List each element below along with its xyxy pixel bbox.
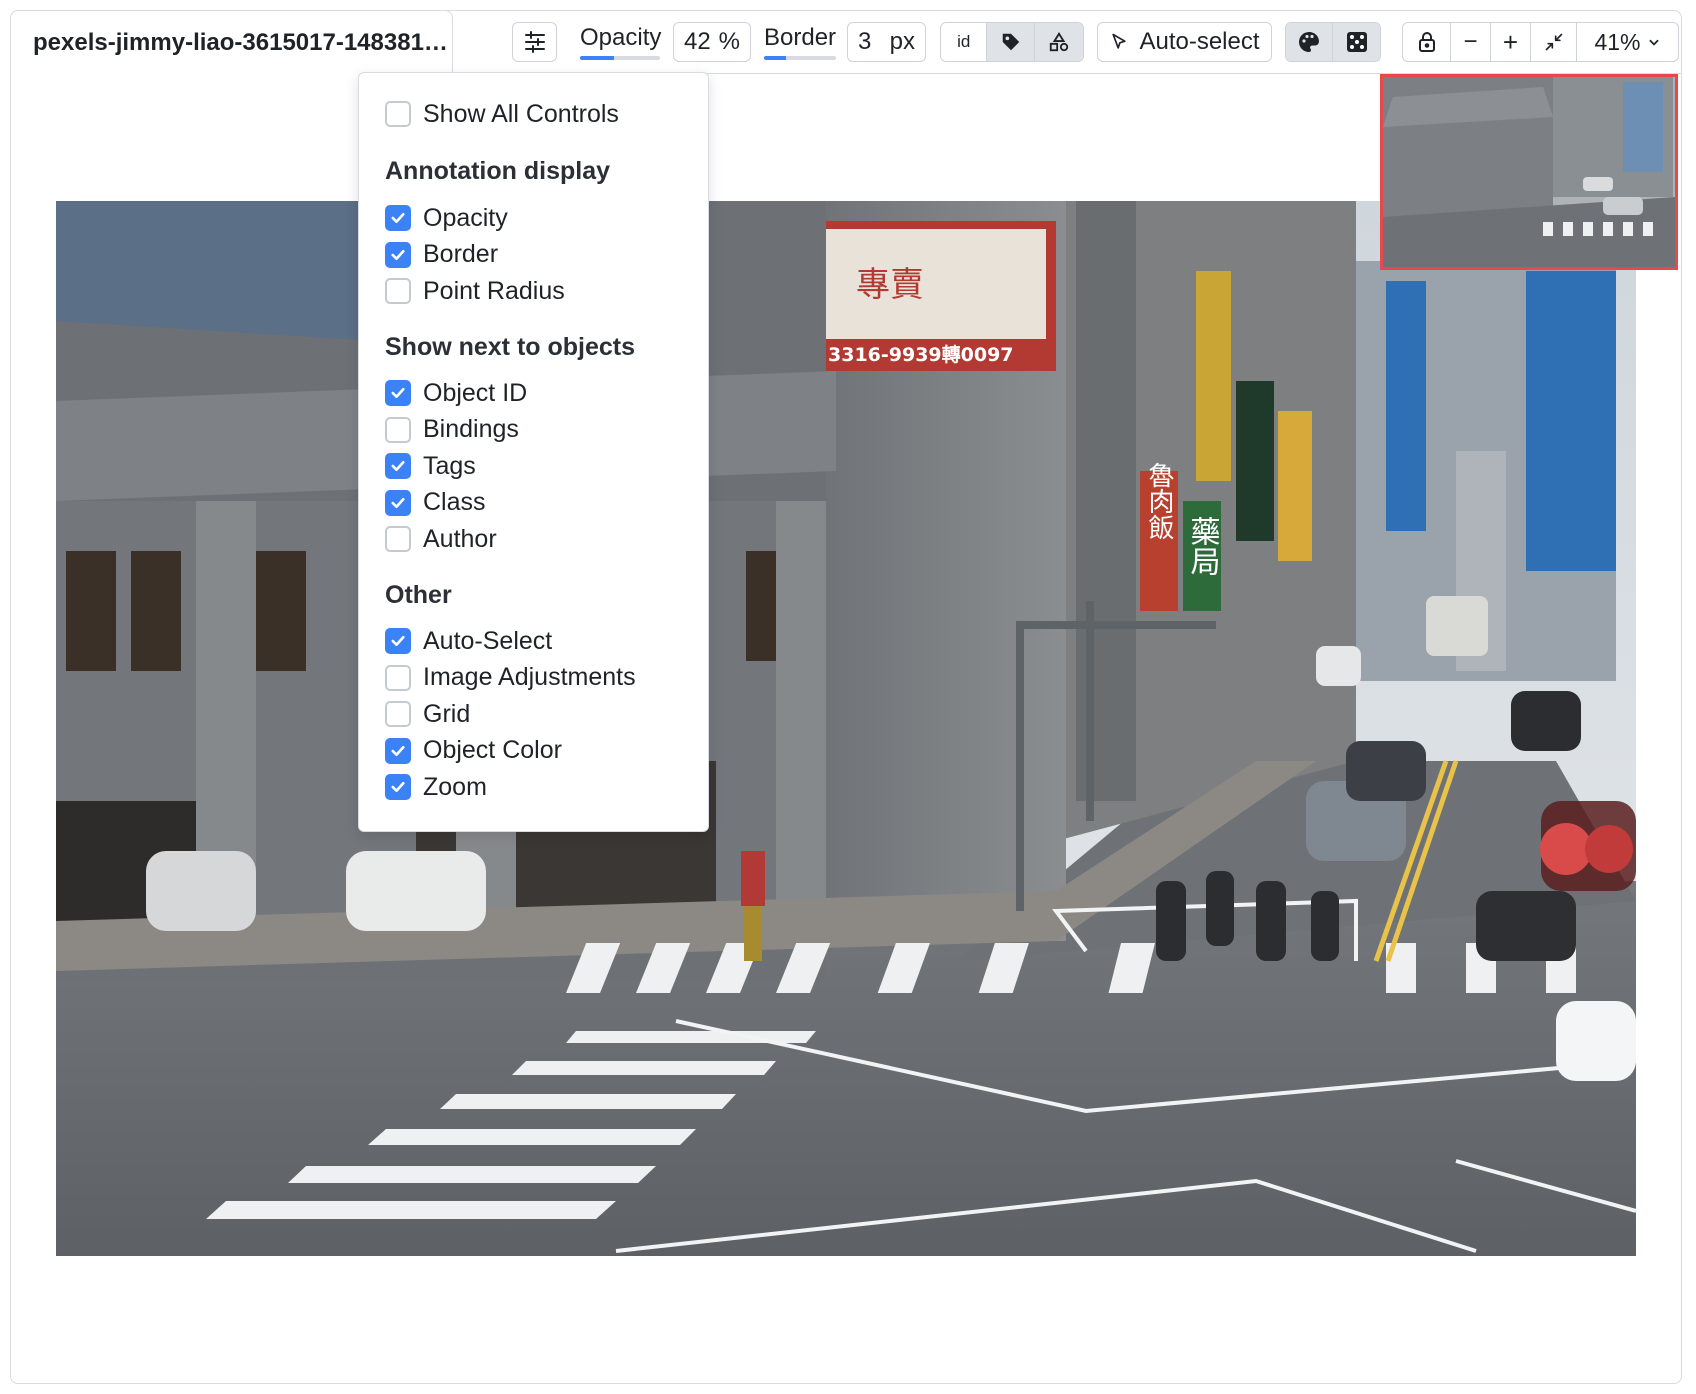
image-tab[interactable]: pexels-jimmy-liao-3615017-148381… [10, 10, 453, 74]
object-id-option[interactable]: Object ID [385, 378, 527, 408]
point-radius-label: Point Radius [423, 276, 565, 305]
class-toggle[interactable] [1034, 23, 1083, 61]
label-toggle-group: id [940, 22, 1084, 62]
class-checkbox[interactable] [385, 489, 411, 516]
image-tab-title: pexels-jimmy-liao-3615017-148381… [33, 28, 448, 56]
opacity-label: Opacity [423, 203, 508, 232]
sliders-icon [524, 31, 545, 53]
point-radius-checkbox[interactable] [385, 278, 411, 304]
zoom-option[interactable]: Zoom [385, 772, 487, 802]
tags-label: Tags [423, 451, 476, 480]
class-option[interactable]: Class [385, 488, 486, 518]
point-radius-option[interactable]: Point Radius [385, 276, 565, 306]
annotation-display-heading: Annotation display [385, 157, 610, 185]
zoom-level-value: 41% [1594, 28, 1641, 55]
minimap-preview [1383, 77, 1675, 267]
other-heading: Other [385, 581, 452, 609]
opacity-input[interactable]: 42 % [673, 22, 751, 62]
auto-select-button[interactable]: Auto-select [1097, 22, 1272, 62]
tags-toggle[interactable] [987, 23, 1035, 61]
author-option[interactable]: Author [385, 524, 497, 554]
auto-select-label: Auto-Select [423, 626, 553, 655]
auto-select-option[interactable]: Auto-Select [385, 626, 552, 656]
object-id-toggle[interactable]: id [941, 23, 988, 61]
display-settings-menu: Show All Controls Annotation display Opa… [358, 72, 709, 832]
border-option[interactable]: Border [385, 240, 498, 270]
border-input[interactable]: 3 px [847, 22, 926, 62]
grid-mode-toggle[interactable] [1333, 23, 1380, 61]
pharmacy-sign: 藥局 [1185, 516, 1221, 576]
object-color-toggle[interactable] [1286, 23, 1334, 61]
border-label: Border [764, 24, 837, 51]
color-toggle-group [1285, 22, 1381, 62]
annotation-image[interactable]: 藥局 魯肉飯 專賣 3316-9939轉0097 [56, 201, 1636, 1256]
object-color-option[interactable]: Object Color [385, 736, 562, 766]
opacity-slider[interactable] [580, 56, 660, 60]
object-color-checkbox[interactable] [385, 737, 411, 764]
checkmark-icon [391, 781, 405, 793]
street-scene-image: 藥局 魯肉飯 專賣 3316-9939轉0097 [56, 201, 1636, 1256]
auto-select-checkbox[interactable] [385, 628, 411, 654]
object-id-checkbox[interactable] [385, 380, 411, 406]
checkmark-icon [391, 497, 405, 508]
opacity-checkbox[interactable] [385, 205, 411, 231]
opacity-option[interactable]: Opacity [385, 203, 508, 233]
border-label: Border [423, 240, 499, 268]
border-value: 3 [858, 28, 872, 55]
minimap[interactable] [1380, 74, 1678, 270]
palette-icon [1299, 32, 1319, 52]
shapes-icon [1049, 32, 1069, 52]
border-unit: px [889, 28, 915, 55]
chevron-down-icon [1648, 39, 1659, 46]
checkmark-icon [391, 387, 405, 399]
class-label: Class [423, 488, 486, 516]
bindings-checkbox[interactable] [385, 416, 411, 443]
zoom-in-button[interactable]: + [1491, 23, 1531, 61]
zoom-label: Zoom [423, 772, 487, 801]
checkmark-icon [391, 249, 405, 260]
bindings-label: Bindings [423, 415, 519, 443]
image-adjustments-label: Image Adjustments [423, 663, 636, 691]
tag-icon [1002, 33, 1019, 51]
grid-checkbox[interactable] [385, 701, 411, 727]
object-id-label: Object ID [423, 378, 528, 407]
zoom-controls: − + 41% [1402, 22, 1679, 62]
checkmark-icon [391, 635, 405, 647]
billboard-phone: 3316-9939轉0097 [828, 344, 1014, 366]
opacity-unit: % [718, 28, 740, 55]
show-next-to-objects-heading: Show next to objects [385, 333, 636, 361]
author-label: Author [423, 524, 497, 553]
grid-label: Grid [423, 699, 471, 728]
author-checkbox[interactable] [385, 526, 411, 552]
show-all-controls-checkbox[interactable] [385, 101, 411, 127]
image-adjustments-option[interactable]: Image Adjustments [385, 663, 636, 693]
checkmark-icon [391, 460, 405, 472]
opacity-value: 42 [684, 28, 711, 55]
dice-grid-icon [1346, 32, 1367, 52]
restaurant-sign: 魯肉飯 [1144, 462, 1174, 540]
grid-option[interactable]: Grid [385, 699, 470, 729]
checkmark-icon [391, 745, 405, 756]
tags-checkbox[interactable] [385, 453, 411, 479]
billboard-text: 專賣 [856, 265, 924, 305]
zoom-checkbox[interactable] [385, 774, 411, 800]
show-all-controls-option[interactable]: Show All Controls [385, 99, 619, 129]
zoom-out-button[interactable]: − [1451, 23, 1491, 61]
collapse-arrows-icon [1545, 33, 1562, 51]
fit-to-screen-button[interactable] [1531, 23, 1577, 61]
zoom-level-dropdown[interactable]: 41% [1577, 23, 1678, 61]
object-color-label: Object Color [423, 736, 562, 764]
bindings-option[interactable]: Bindings [385, 415, 519, 445]
opacity-label: Opacity [580, 24, 662, 51]
image-adjustments-checkbox[interactable] [385, 664, 411, 691]
border-checkbox[interactable] [385, 241, 411, 268]
lock-button[interactable] [1403, 23, 1451, 61]
border-slider[interactable] [764, 56, 836, 60]
tags-option[interactable]: Tags [385, 451, 476, 481]
cursor-icon [1112, 33, 1127, 49]
checkmark-icon [391, 212, 405, 224]
settings-sliders-button[interactable] [512, 22, 557, 62]
lock-icon [1418, 32, 1435, 52]
